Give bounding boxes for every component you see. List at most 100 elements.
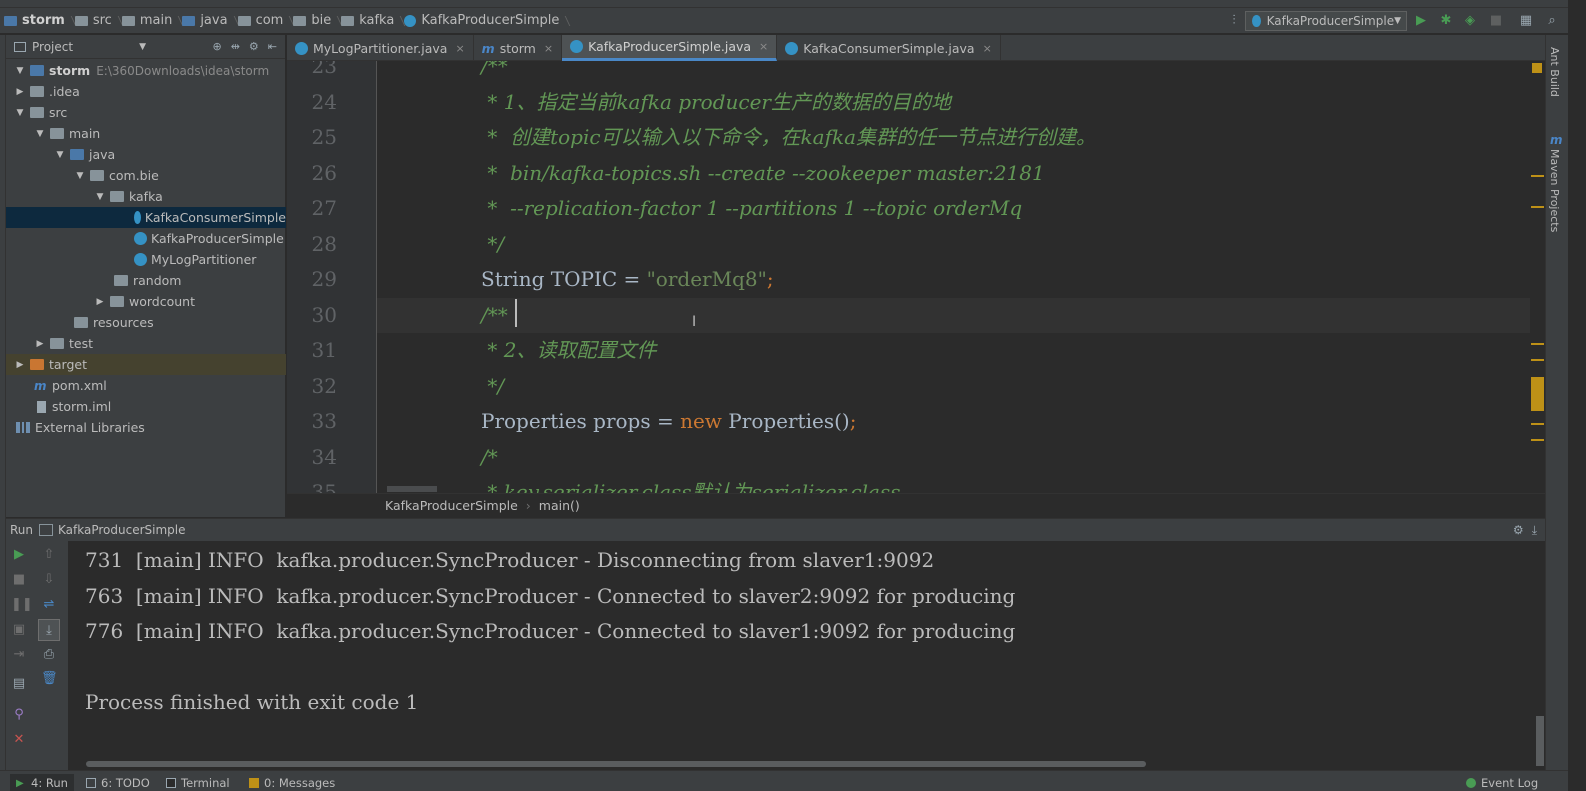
editor-hscroll-thumb[interactable] <box>387 486 437 492</box>
run-config-select[interactable]: KafkaProducerSimple ▼ <box>1245 11 1407 31</box>
tab-todo[interactable]: 6: TODO <box>86 774 150 791</box>
stop-icon[interactable]: ■ <box>11 572 27 588</box>
dump-threads-icon[interactable]: ▣ <box>11 622 27 638</box>
exit-icon[interactable]: ⇥ <box>11 647 27 663</box>
scroll-to-end-icon[interactable]: ⤓ <box>38 619 60 641</box>
warning-mark[interactable] <box>1531 343 1544 345</box>
expanded-arrow-icon[interactable]: ▼ <box>54 150 66 160</box>
warning-mark[interactable] <box>1531 377 1544 411</box>
pause-icon[interactable]: ❚❚ <box>11 597 33 613</box>
tree-item-target[interactable]: ▶ target <box>6 354 286 375</box>
expanded-arrow-icon[interactable]: ▼ <box>14 66 26 76</box>
error-stripe[interactable] <box>1530 61 1545 493</box>
tab-kafka-producer-simple[interactable]: KafkaProducerSimple.java × <box>562 35 778 61</box>
gear-icon[interactable]: ⚙ <box>249 40 259 53</box>
warning-mark[interactable] <box>1531 175 1544 177</box>
tab-storm[interactable]: m storm × <box>474 35 563 61</box>
tree-item-src[interactable]: ▼ src <box>6 102 286 123</box>
ant-build-tool[interactable]: Ant Build <box>1548 47 1561 97</box>
debug-icon[interactable]: ✱ <box>1438 13 1454 29</box>
close-icon[interactable]: × <box>759 40 768 53</box>
crumb-src[interactable]: src <box>71 8 118 34</box>
collapse-icon[interactable]: ⇹ <box>231 40 240 53</box>
down-arrow-icon[interactable]: ⇩ <box>41 572 57 588</box>
warning-mark[interactable] <box>1531 359 1544 361</box>
collapsed-arrow-icon[interactable]: ▶ <box>34 339 46 349</box>
tree-item-idea[interactable]: ▶ .idea <box>6 81 286 102</box>
tree-item-storm-iml[interactable]: storm.iml <box>6 396 286 417</box>
soft-wrap-icon[interactable]: ⇌ <box>41 597 57 613</box>
package-icon <box>341 15 355 26</box>
crumb-kafka[interactable]: kafka <box>337 8 400 34</box>
warning-mark[interactable] <box>1531 206 1544 208</box>
code-editor[interactable]: 23 /** 24 * 1、指定当前kafka producer生产的数据的目的地… <box>287 61 1530 493</box>
warning-mark[interactable] <box>1531 423 1544 425</box>
expanded-arrow-icon[interactable]: ▼ <box>74 171 86 181</box>
pin-icon[interactable]: ⚲ <box>11 707 27 723</box>
event-log-button[interactable]: Event Log <box>1466 774 1538 791</box>
console-hscroll-thumb[interactable] <box>86 761 1146 767</box>
class-icon <box>134 211 141 224</box>
tree-item-kafka-consumer-simple[interactable]: KafkaConsumerSimple <box>6 207 286 228</box>
tree-item-com-bie[interactable]: ▼ com.bie <box>6 165 286 186</box>
warning-mark[interactable] <box>1531 439 1544 441</box>
expanded-arrow-icon[interactable]: ▼ <box>94 192 106 202</box>
tab-run[interactable]: ▶ 4: Run <box>10 774 74 791</box>
console-vscroll-thumb[interactable] <box>1536 716 1544 766</box>
collapsed-arrow-icon[interactable]: ▶ <box>14 360 26 370</box>
tree-item-storm[interactable]: ▼ storm E:\360Downloads\idea\storm <box>6 60 286 81</box>
tree-item-my-log-partitioner[interactable]: MyLogPartitioner <box>6 249 286 270</box>
run-config-name[interactable]: KafkaProducerSimple <box>58 523 185 537</box>
hide-panel-icon[interactable]: ⤓ <box>1532 523 1537 538</box>
tab-messages[interactable]: 0: Messages <box>249 774 335 791</box>
up-arrow-icon[interactable]: ⇧ <box>41 547 57 563</box>
console-output[interactable]: 731 [main] INFO kafka.producer.SyncProdu… <box>68 541 1530 770</box>
warning-icon[interactable] <box>1532 63 1542 73</box>
run-icon[interactable]: ▶ <box>1413 13 1429 29</box>
crumb-storm[interactable]: storm <box>0 8 71 34</box>
build-icon[interactable]: ⫶ <box>1226 13 1242 29</box>
crumb-main[interactable]: main <box>118 8 178 34</box>
locate-icon[interactable]: ⊕ <box>212 40 221 53</box>
trash-icon[interactable]: 🗑 <box>41 671 58 687</box>
tree-item-wordcount[interactable]: ▶ wordcount <box>6 291 286 312</box>
tab-kafka-consumer-simple[interactable]: KafkaConsumerSimple.java × <box>777 35 1001 61</box>
tree-item-resources[interactable]: resources <box>6 312 286 333</box>
project-panel-title[interactable]: Project <box>32 40 73 54</box>
tree-item-pom-xml[interactable]: m pom.xml <box>6 375 286 396</box>
close-icon[interactable]: × <box>455 42 464 55</box>
tree-item-java[interactable]: ▼ java <box>6 144 286 165</box>
rerun-icon[interactable]: ▶ <box>11 547 27 563</box>
close-icon[interactable]: ✕ <box>11 732 27 748</box>
close-icon[interactable]: × <box>544 42 553 55</box>
crumb-java[interactable]: java <box>178 8 233 34</box>
print-icon[interactable]: ⎙ <box>41 647 57 663</box>
stop-icon[interactable]: ■ <box>1488 13 1504 29</box>
tree-item-external-libraries[interactable]: External Libraries <box>6 417 286 438</box>
expanded-arrow-icon[interactable]: ▼ <box>14 108 26 118</box>
crumb-class[interactable]: KafkaProducerSimple <box>400 8 565 34</box>
crumb-com[interactable]: com <box>234 8 290 34</box>
maven-projects-tool[interactable]: Maven Projects <box>1548 149 1561 232</box>
project-structure-icon[interactable]: ▦ <box>1518 13 1534 29</box>
tab-terminal[interactable]: Terminal <box>166 774 230 791</box>
expanded-arrow-icon[interactable]: ▼ <box>34 129 46 139</box>
search-icon[interactable]: ⌕ <box>1544 13 1560 29</box>
close-icon[interactable]: × <box>983 42 992 55</box>
breadcrumb-method[interactable]: main() <box>539 498 580 513</box>
collapsed-arrow-icon[interactable]: ▶ <box>14 87 26 97</box>
tree-item-random[interactable]: random <box>6 270 286 291</box>
tab-my-log-partitioner[interactable]: MyLogPartitioner.java × <box>287 35 474 61</box>
collapsed-arrow-icon[interactable]: ▶ <box>94 297 106 307</box>
layout-icon[interactable]: ▤ <box>11 676 27 692</box>
coverage-icon[interactable]: ◈ <box>1462 13 1478 29</box>
tree-item-test[interactable]: ▶ test <box>6 333 286 354</box>
crumb-bie[interactable]: bie <box>289 8 337 34</box>
chevron-down-icon[interactable]: ▼ <box>139 42 146 52</box>
breadcrumb-class[interactable]: KafkaProducerSimple <box>385 498 518 513</box>
hide-icon[interactable]: ⇤ <box>268 40 277 53</box>
tree-item-kafka-producer-simple[interactable]: KafkaProducerSimple <box>6 228 286 249</box>
tree-item-kafka[interactable]: ▼ kafka <box>6 186 286 207</box>
gear-icon[interactable]: ⚙ <box>1513 523 1524 538</box>
tree-item-main[interactable]: ▼ main <box>6 123 286 144</box>
